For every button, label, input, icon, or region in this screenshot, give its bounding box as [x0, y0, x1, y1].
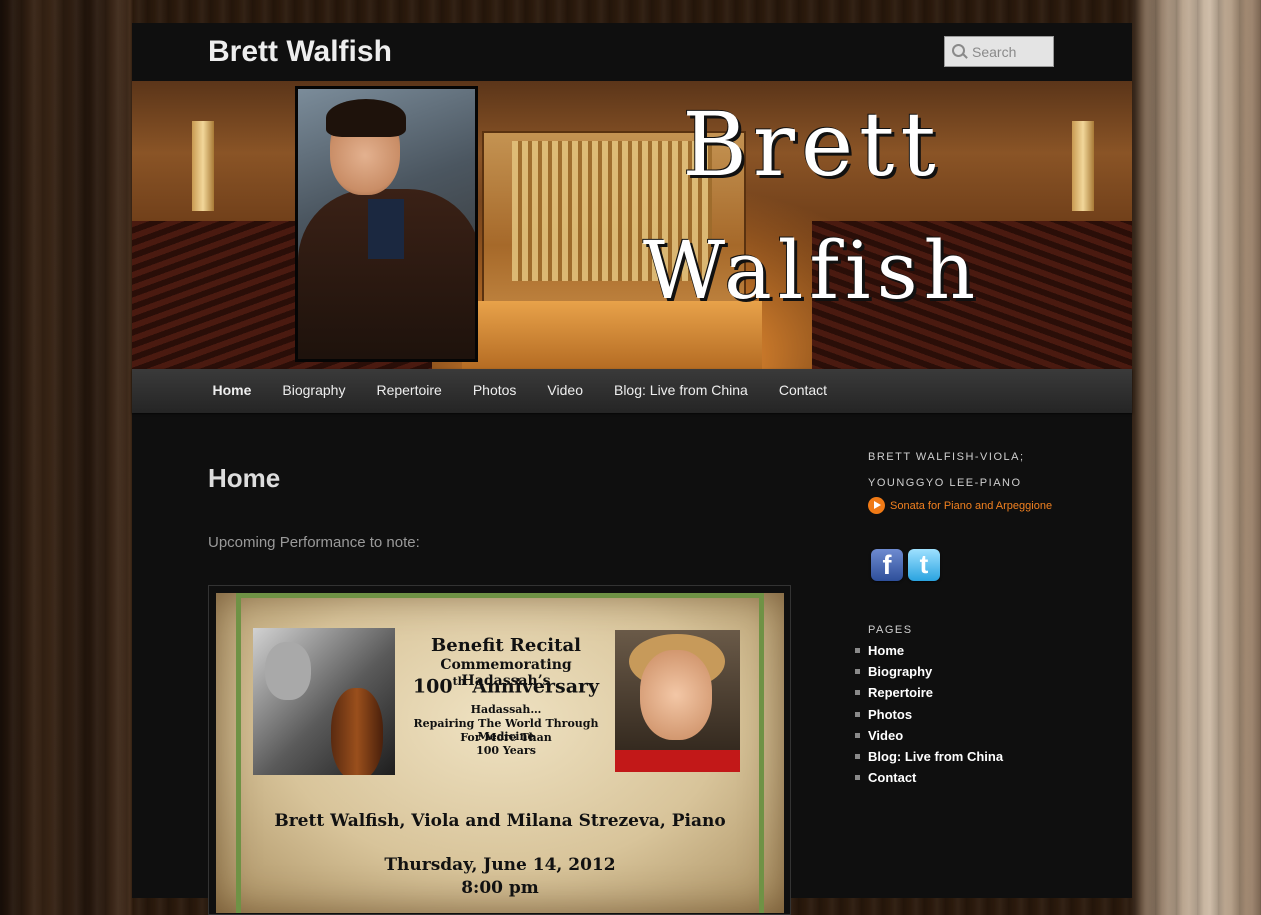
hall-column	[192, 121, 214, 211]
search-icon	[952, 44, 965, 57]
poster-time: 8:00 pm	[461, 878, 539, 898]
hall-column	[1072, 121, 1094, 211]
banner-title-line1: Brett	[682, 93, 942, 196]
violist-photo	[253, 628, 395, 775]
nav-item-biography[interactable]: Biography	[267, 369, 361, 413]
twitter-icon[interactable]: t	[908, 549, 940, 581]
search-input[interactable]	[972, 42, 1050, 62]
pages-item-biography[interactable]: Biography	[854, 661, 1003, 682]
pages-item-repertoire[interactable]: Repertoire	[854, 682, 1003, 703]
pages-item-contact[interactable]: Contact	[854, 767, 1003, 788]
main-menu: Home Biography Repertoire Photos Video B…	[132, 369, 1132, 413]
widget-title: Brett Walfish-Viola;	[868, 451, 1025, 463]
nav-item-repertoire[interactable]: Repertoire	[361, 369, 457, 413]
poster-performers: Brett Walfish, Viola and Milana Strezeva…	[274, 811, 726, 831]
site-title-link[interactable]: Brett Walfish	[208, 35, 392, 69]
page: Brett Walfish Brett Walfish Home Biograp…	[132, 23, 1132, 915]
nav-item-blog[interactable]: Blog: Live from China	[598, 369, 763, 413]
entry-lead-text: Upcoming Performance to note:	[208, 534, 420, 551]
header-banner-image[interactable]: Brett Walfish	[132, 81, 1132, 369]
audio-track[interactable]: Sonata for Piano and Arpeggione	[868, 497, 1052, 514]
poster-title: Benefit Recital	[431, 635, 581, 656]
pages-list: Home Biography Repertoire Photos Video B…	[854, 640, 1003, 788]
poster-date: Thursday, June 14, 2012	[384, 855, 616, 875]
pianist-photo	[615, 630, 740, 772]
page-title: Home	[208, 463, 281, 493]
social-links: f t	[871, 549, 940, 581]
play-icon[interactable]	[868, 497, 885, 514]
pages-item-video[interactable]: Video	[854, 725, 1003, 746]
pages-item-photos[interactable]: Photos	[854, 704, 1003, 725]
site-header: Brett Walfish	[132, 23, 1132, 81]
nav-item-contact[interactable]: Contact	[763, 369, 842, 413]
banner-title: Brett Walfish	[602, 89, 1022, 341]
pages-item-home[interactable]: Home	[854, 640, 1003, 661]
artist-portrait	[295, 86, 478, 362]
poster-line: For More Than	[460, 731, 552, 744]
banner-title-line2: Walfish	[642, 224, 982, 317]
poster-anniversary: 100th Anniversary	[412, 675, 600, 698]
pages-item-blog[interactable]: Blog: Live from China	[854, 746, 1003, 767]
nav-item-video[interactable]: Video	[532, 369, 599, 413]
track-link[interactable]: Sonata for Piano and Arpeggione	[890, 500, 1052, 512]
nav-item-photos[interactable]: Photos	[457, 369, 532, 413]
poster-frame: Benefit Recital Commemorating Hadassah’s…	[208, 585, 791, 915]
nav-item-home[interactable]: Home	[197, 369, 267, 413]
facebook-icon[interactable]: f	[871, 549, 903, 581]
poster-line: 100 Years	[476, 744, 536, 757]
pages-widget-title: Pages	[868, 624, 913, 636]
performance-poster[interactable]: Benefit Recital Commemorating Hadassah’s…	[216, 593, 784, 913]
widget-title: Younggyo Lee-Piano	[868, 477, 1022, 489]
search-box	[944, 36, 1054, 67]
poster-line: Hadassah…	[470, 703, 542, 716]
